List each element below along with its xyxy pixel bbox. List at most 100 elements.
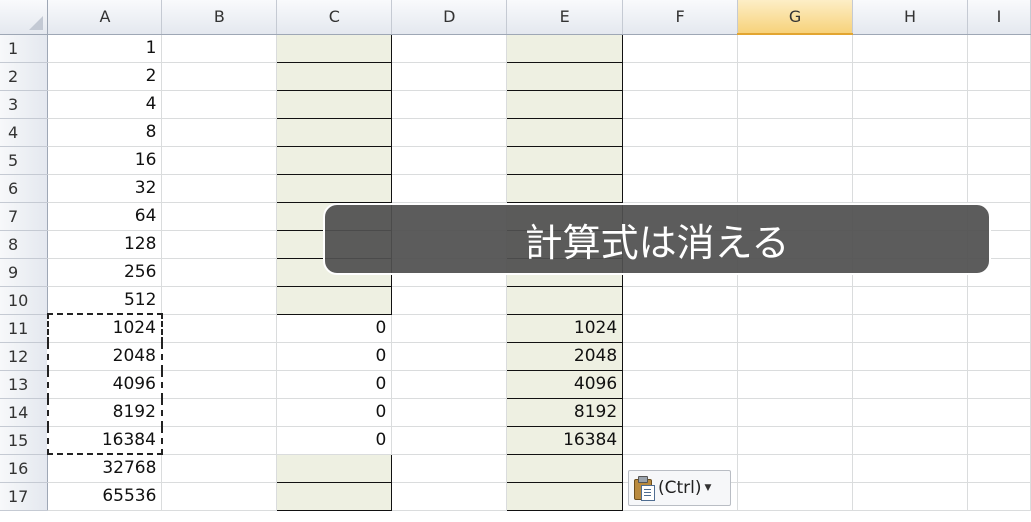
cell-i[interactable]	[967, 34, 1031, 63]
cell-a[interactable]: 1024	[46, 313, 163, 343]
column-header-e[interactable]: E	[506, 0, 624, 35]
cell-h[interactable]	[852, 342, 968, 371]
cell-d[interactable]	[391, 314, 508, 343]
cell-d[interactable]	[391, 90, 508, 119]
cell-b[interactable]	[161, 426, 278, 455]
row-header[interactable]: 4	[0, 118, 49, 147]
cell-b[interactable]	[161, 258, 278, 287]
cell-i[interactable]	[967, 398, 1031, 427]
column-header-c[interactable]: C	[276, 0, 393, 35]
column-header-d[interactable]: D	[391, 0, 508, 35]
cell-f[interactable]	[622, 146, 739, 175]
cell-c[interactable]: 0	[276, 370, 393, 399]
cell-c[interactable]: 0	[276, 314, 393, 343]
cell-f[interactable]	[622, 62, 739, 91]
cell-e[interactable]	[506, 146, 624, 175]
cell-c[interactable]: 0	[276, 426, 393, 455]
cell-d[interactable]	[391, 286, 508, 315]
row-header[interactable]: 17	[0, 482, 49, 511]
cell-i[interactable]	[967, 314, 1031, 343]
cell-c[interactable]: 0	[276, 398, 393, 427]
cell-h[interactable]	[852, 174, 968, 203]
cell-d[interactable]	[391, 426, 508, 455]
cell-g[interactable]	[737, 454, 854, 483]
cell-f[interactable]	[622, 342, 739, 371]
cell-b[interactable]	[161, 370, 278, 399]
cell-g[interactable]	[737, 482, 854, 511]
cell-d[interactable]	[391, 454, 508, 483]
row-header[interactable]: 8	[0, 230, 49, 259]
row-header[interactable]: 1	[0, 34, 49, 63]
cell-d[interactable]	[391, 118, 508, 147]
row-header[interactable]: 13	[0, 370, 49, 399]
cell-i[interactable]	[967, 454, 1031, 483]
cell-c[interactable]	[276, 482, 393, 511]
cell-h[interactable]	[852, 90, 968, 119]
cell-e[interactable]	[506, 174, 624, 203]
cell-h[interactable]	[852, 146, 968, 175]
cell-b[interactable]	[161, 230, 278, 259]
cell-b[interactable]	[161, 174, 278, 203]
select-all-button[interactable]	[0, 0, 49, 35]
column-header-f[interactable]: F	[622, 0, 739, 35]
cell-b[interactable]	[161, 118, 278, 147]
row-header[interactable]: 14	[0, 398, 49, 427]
cell-e[interactable]: 2048	[506, 342, 624, 371]
cell-b[interactable]	[161, 90, 278, 119]
cell-f[interactable]	[622, 286, 739, 315]
cell-h[interactable]	[852, 398, 968, 427]
cell-a[interactable]: 4	[47, 90, 163, 119]
cell-d[interactable]	[391, 146, 508, 175]
cell-a[interactable]: 32	[47, 174, 163, 203]
cell-a[interactable]: 8	[47, 118, 163, 147]
cell-c[interactable]	[276, 118, 393, 147]
cell-d[interactable]	[391, 482, 508, 511]
cell-b[interactable]	[161, 482, 278, 511]
cell-i[interactable]	[967, 62, 1031, 91]
cell-h[interactable]	[852, 34, 968, 63]
cell-c[interactable]: 0	[276, 342, 393, 371]
cell-b[interactable]	[161, 398, 278, 427]
cell-d[interactable]	[391, 174, 508, 203]
cell-f[interactable]	[622, 314, 739, 343]
cell-f[interactable]	[622, 426, 739, 455]
cell-g[interactable]	[737, 34, 854, 63]
cell-h[interactable]	[852, 314, 968, 343]
cell-i[interactable]	[967, 286, 1031, 315]
cell-h[interactable]	[852, 286, 968, 315]
cell-i[interactable]	[967, 146, 1031, 175]
cell-c[interactable]	[276, 286, 393, 315]
cell-c[interactable]	[276, 454, 393, 483]
cell-e[interactable]: 4096	[506, 370, 624, 399]
cell-f[interactable]	[622, 370, 739, 399]
cell-f[interactable]	[622, 90, 739, 119]
cell-i[interactable]	[967, 482, 1031, 511]
row-header[interactable]: 15	[0, 426, 49, 455]
cell-f[interactable]	[622, 398, 739, 427]
cell-d[interactable]	[391, 62, 508, 91]
cell-e[interactable]	[506, 90, 624, 119]
cell-b[interactable]	[161, 342, 278, 371]
cell-b[interactable]	[161, 62, 278, 91]
cell-e[interactable]	[506, 286, 624, 315]
row-header[interactable]: 5	[0, 146, 49, 175]
cell-h[interactable]	[852, 118, 968, 147]
cell-h[interactable]	[852, 454, 968, 483]
cell-a[interactable]: 2	[47, 62, 163, 91]
cell-c[interactable]	[276, 62, 393, 91]
cell-b[interactable]	[161, 202, 278, 231]
cell-b[interactable]	[161, 146, 278, 175]
cell-h[interactable]	[852, 62, 968, 91]
cell-a[interactable]: 65536	[47, 482, 163, 511]
cell-e[interactable]: 1024	[506, 314, 624, 343]
cell-i[interactable]	[967, 426, 1031, 455]
cell-a[interactable]: 16384	[46, 426, 163, 455]
cell-e[interactable]: 16384	[506, 426, 624, 455]
cell-g[interactable]	[737, 174, 854, 203]
cell-g[interactable]	[737, 90, 854, 119]
column-header-i[interactable]: I	[967, 0, 1031, 35]
cell-g[interactable]	[737, 62, 854, 91]
row-header[interactable]: 9	[0, 258, 49, 287]
cell-h[interactable]	[852, 482, 968, 511]
column-header-b[interactable]: B	[161, 0, 278, 35]
